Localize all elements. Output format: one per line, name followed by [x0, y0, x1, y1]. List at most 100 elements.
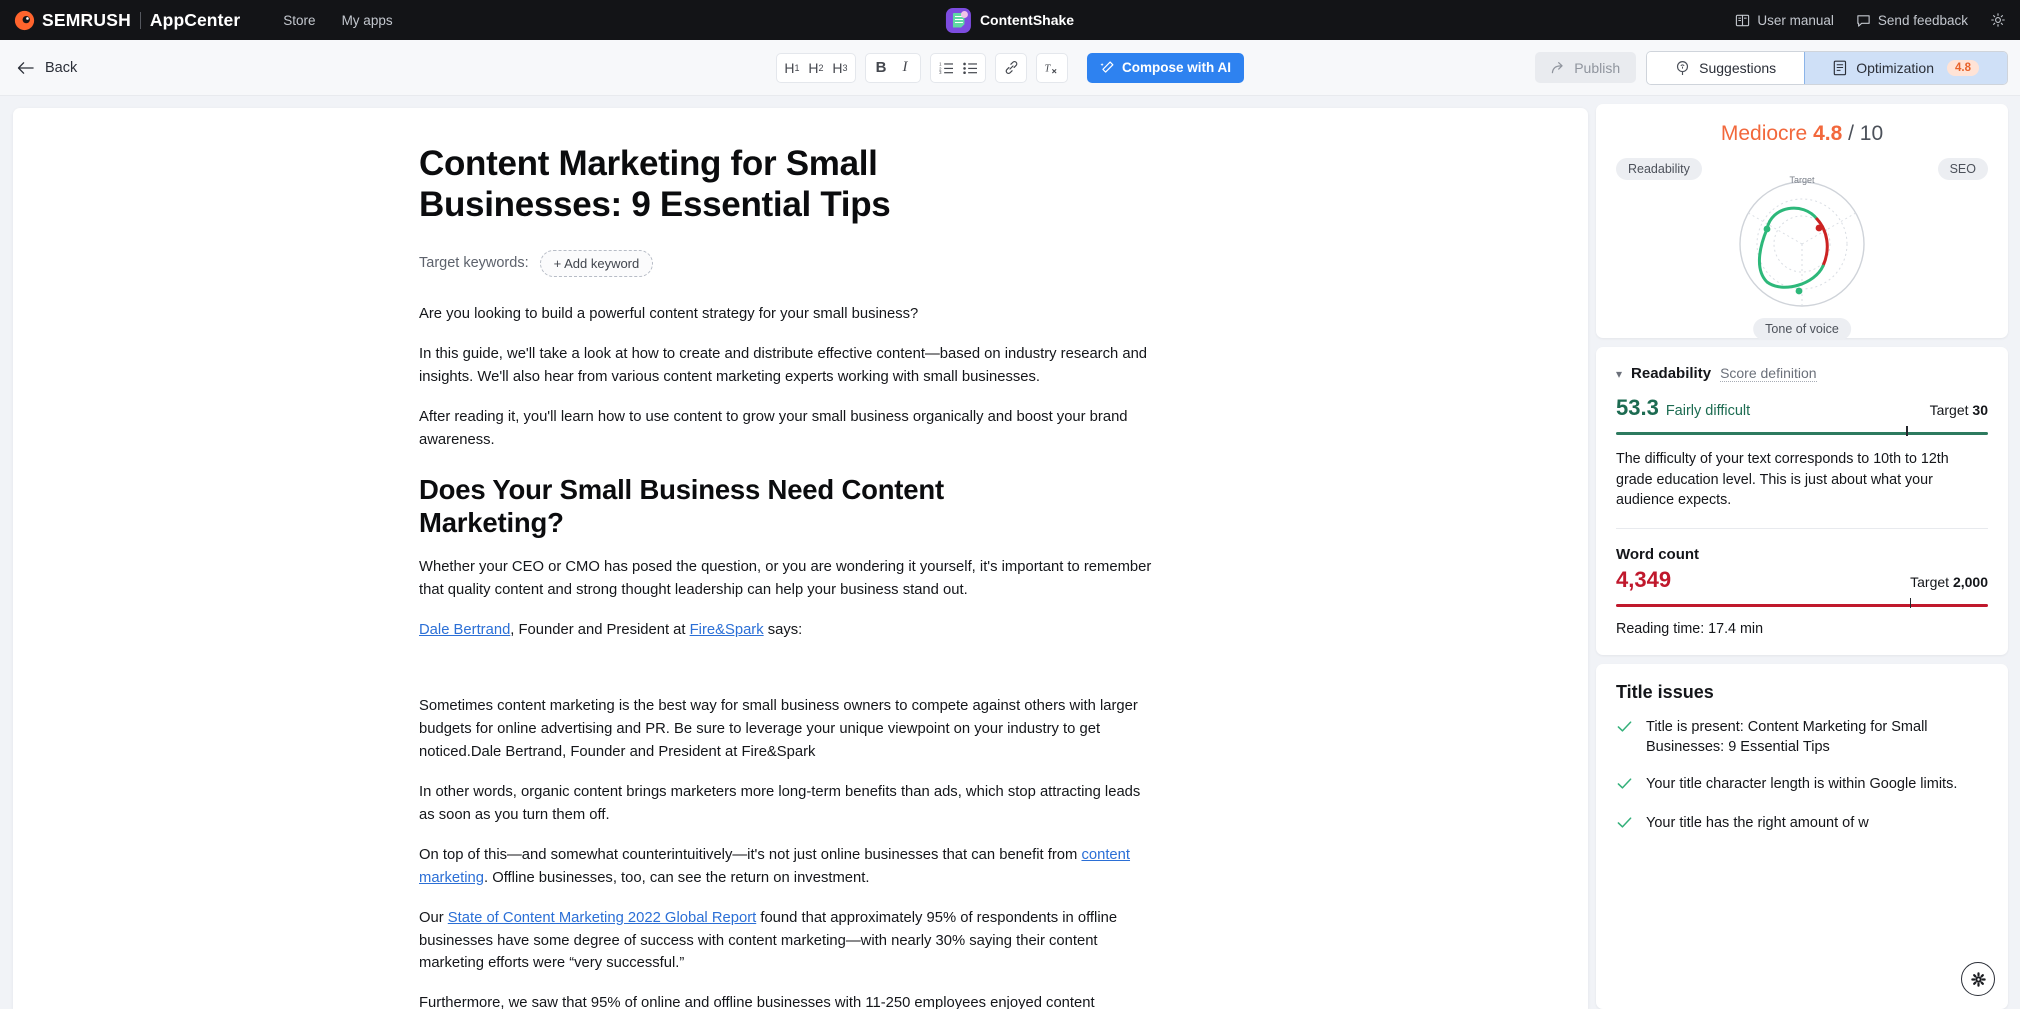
clear-formatting-button[interactable]: T — [1040, 55, 1064, 80]
topbar-right: User manual Send feedback — [1735, 12, 2006, 28]
score-radar-chart: Readability SEO Tone of voice Target — [1616, 152, 1988, 340]
svg-text:3: 3 — [939, 70, 942, 74]
document-link[interactable]: content marketing — [419, 847, 1130, 886]
book-icon — [1736, 14, 1750, 26]
italic-button[interactable]: I — [893, 55, 917, 80]
settings-button[interactable] — [1990, 12, 2006, 28]
semrush-wordmark: SEMRUSH — [42, 9, 131, 30]
check-icon — [1616, 775, 1633, 797]
title-issue-item: Your title has the right amount of w — [1616, 813, 1988, 836]
document-paragraph[interactable]: Are you looking to build a powerful cont… — [419, 303, 1159, 326]
document-link[interactable]: Fire&Spark — [690, 622, 764, 638]
compose-with-ai-button[interactable]: Compose with AI — [1086, 52, 1245, 83]
document-heading[interactable]: Does Your Small Business Need Content Ma… — [419, 474, 1059, 539]
document-link[interactable]: Dale Bertrand — [419, 622, 510, 638]
chevron-down-icon[interactable]: ▾ — [1616, 367, 1622, 381]
readability-target: Target 30 — [1930, 402, 1988, 418]
speech-bubble-icon — [1857, 14, 1870, 27]
style-group: B I — [864, 52, 921, 83]
document-paragraph[interactable]: Furthermore, we saw that 95% of online a… — [419, 992, 1159, 1009]
document-link[interactable]: State of Content Marketing 2022 Global R… — [448, 910, 756, 926]
toolbar-right: Publish Suggestions Optimization 4.8 — [1535, 50, 2008, 85]
app-title: ContentShake — [979, 12, 1075, 28]
readability-metric-row: 53.3 Fairly difficult Target 30 — [1616, 395, 1988, 421]
optimization-score-badge: 4.8 — [1947, 59, 1979, 76]
heading-2-button[interactable]: H2 — [804, 55, 828, 80]
formatting-tools: H1 H2 H3 B I 1 2 3 T Compose with AI — [775, 52, 1245, 83]
title-issue-item: Title is present: Content Marketing for … — [1616, 717, 1988, 758]
document-paragraph[interactable]: Dale Bertrand, Founder and President at … — [419, 619, 1159, 642]
radar-label-seo: SEO — [1937, 158, 1988, 180]
semrush-logo[interactable]: SEMRUSH — [14, 10, 131, 31]
nav-store[interactable]: Store — [283, 13, 315, 28]
document-paragraph[interactable]: In this guide, we'll take a look at how … — [419, 343, 1159, 389]
score-definition-link[interactable]: Score definition — [1720, 365, 1817, 382]
nav-my-apps[interactable]: My apps — [342, 13, 393, 28]
tab-optimization[interactable]: Optimization 4.8 — [1804, 51, 2007, 84]
title-issue-text: Your title has the right amount of w — [1646, 814, 1869, 831]
bold-button[interactable]: B — [869, 55, 893, 80]
tab-suggestions[interactable]: Suggestions — [1647, 51, 1805, 84]
share-arrow-icon — [1552, 61, 1563, 73]
reading-time: Reading time: 17.4 min — [1616, 621, 1764, 638]
document-content[interactable]: Content Marketing for Small Businesses: … — [419, 108, 1179, 1009]
logo-divider — [139, 11, 141, 29]
heading-1-button[interactable]: H1 — [780, 55, 804, 80]
bulleted-list-button[interactable] — [958, 55, 982, 80]
lightbulb-pin-icon — [1677, 60, 1689, 75]
target-keywords-row: Target keywords: + Add keyword — [419, 249, 1179, 277]
readability-target-tick — [1906, 426, 1908, 436]
radar-svg: Target — [1739, 175, 1865, 307]
document-paragraph[interactable]: After reading it, you'll learn how to us… — [419, 406, 1159, 452]
link-group — [994, 52, 1027, 83]
document-title[interactable]: Content Marketing for Small Businesses: … — [419, 144, 1059, 226]
score-descriptor: Mediocre — [1720, 122, 1808, 145]
ordered-list-button[interactable]: 1 2 3 — [934, 55, 958, 80]
readability-note: The difficulty of your text corresponds … — [1616, 451, 1949, 509]
document-icon — [1833, 60, 1847, 75]
check-icon — [1616, 814, 1633, 836]
document-paragraph[interactable]: Our State of Content Marketing 2022 Glob… — [419, 907, 1159, 976]
add-keyword-button[interactable]: + Add keyword — [539, 249, 654, 277]
readability-target-value: 30 — [1972, 402, 1988, 418]
radar-label-readability: Readability — [1616, 158, 1702, 180]
semrush-mark-icon — [14, 10, 35, 30]
panel-tabs: Suggestions Optimization 4.8 — [1646, 50, 2008, 85]
user-manual-link[interactable]: User manual — [1735, 13, 1834, 28]
send-feedback-link[interactable]: Send feedback — [1856, 13, 1968, 28]
gear-icon — [1991, 13, 2005, 27]
clear-format-group: T — [1035, 52, 1068, 83]
title-issue-text: Your title character length is within Go… — [1646, 775, 1958, 792]
document-body[interactable]: Are you looking to build a powerful cont… — [419, 303, 1179, 1009]
topbar-left: SEMRUSH AppCenter Store My apps — [0, 10, 393, 31]
readability-header: ▾ Readability Score definition — [1616, 365, 1988, 382]
title-issues-card: Title issues Title is present: Content M… — [1596, 664, 2008, 1009]
editor-toolbar: Back H1 H2 H3 B I 1 2 3 T Compose with A… — [0, 40, 2020, 96]
document-paragraph[interactable]: On top of this—and somewhat counterintui… — [419, 844, 1159, 890]
send-feedback-label: Send feedback — [1877, 12, 1968, 28]
word-count-target-value: 2,000 — [1952, 574, 1988, 591]
document-paragraph[interactable]: In other words, organic content brings m… — [419, 781, 1159, 827]
compose-label: Compose with AI — [1121, 60, 1232, 75]
floating-settings-button[interactable] — [1961, 962, 1995, 996]
contentshake-app-icon — [945, 7, 971, 33]
back-button[interactable]: Back — [17, 60, 77, 76]
word-count-bar-fill — [1616, 604, 1988, 608]
title-issue-text: Title is present: Content Marketing for … — [1646, 719, 1928, 756]
target-keywords-label: Target keywords: — [419, 255, 529, 272]
readability-card: ▾ Readability Score definition 53.3 Fair… — [1596, 347, 2008, 656]
readability-bar-fill — [1616, 432, 1988, 435]
publish-button[interactable]: Publish — [1535, 52, 1637, 83]
link-button[interactable] — [999, 55, 1023, 80]
bulleted-list-icon — [962, 62, 977, 74]
list-group: 1 2 3 — [929, 52, 986, 83]
document-paragraph[interactable]: Whether your CEO or CMO has posed the qu… — [419, 556, 1159, 602]
title-issues-list: Title is present: Content Marketing for … — [1616, 717, 1988, 836]
back-label: Back — [45, 59, 78, 76]
document-paragraph[interactable]: Sometimes content marketing is the best … — [419, 695, 1159, 764]
score-value: 4.8 — [1813, 122, 1843, 145]
tab-optimization-label: Optimization — [1856, 59, 1934, 76]
topbar-nav: Store My apps — [283, 13, 392, 28]
heading-3-button[interactable]: H3 — [828, 55, 852, 80]
